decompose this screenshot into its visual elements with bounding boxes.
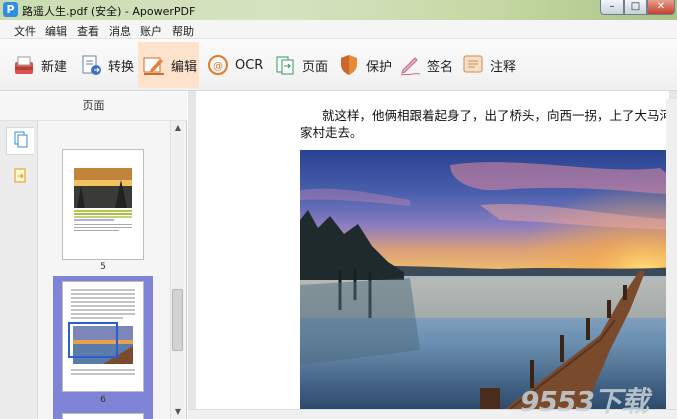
sign-label: 签名 xyxy=(427,59,454,75)
menu-messages[interactable]: 消息 xyxy=(109,23,131,39)
panel-title: 页面 xyxy=(0,91,187,121)
thumbnail-page-number: 6 xyxy=(100,395,106,405)
page-6-preview xyxy=(68,289,135,375)
title-bar: P 路遥人生.pdf (安全) - ApowerPDF – □ ✕ xyxy=(0,0,677,20)
convert-button[interactable]: 转换 xyxy=(79,42,137,88)
menu-file[interactable]: 文件 xyxy=(14,23,36,39)
page-panel: 页面 5 6 ▲ ▼ xyxy=(0,91,187,419)
ocr-icon: @ xyxy=(206,53,230,77)
convert-icon xyxy=(79,53,103,77)
site-watermark: 9553下载 xyxy=(520,385,649,418)
thumbnail-scrollbar[interactable]: ▲ ▼ xyxy=(170,121,184,419)
new-button[interactable]: 新建 xyxy=(12,42,74,88)
thumbnail-list: 5 6 xyxy=(38,121,168,419)
minimize-button[interactable]: – xyxy=(600,0,624,15)
paragraph-line[interactable]: 就这样，他俩相跟着起身了，出了桥头，向西一拐，上了大马河川道 xyxy=(322,105,677,124)
paragraph-line[interactable]: 家村走去。 xyxy=(300,122,363,141)
thumbnail-page-7[interactable] xyxy=(62,413,144,419)
attachment-icon xyxy=(11,167,29,188)
scroll-down-arrow-icon[interactable]: ▼ xyxy=(173,407,183,417)
new-label: 新建 xyxy=(41,59,68,75)
menu-help[interactable]: 帮助 xyxy=(172,23,194,39)
scroll-up-arrow-icon[interactable]: ▲ xyxy=(173,123,183,133)
window-title: 路遥人生.pdf (安全) - ApowerPDF xyxy=(22,5,196,18)
main-toolbar: 新建 转换 编辑 @ OCR 页面 保护 签名 注释 xyxy=(0,39,677,91)
edit-icon xyxy=(142,53,166,77)
edit-label: 编辑 xyxy=(171,59,198,75)
protect-label: 保护 xyxy=(366,59,393,75)
edit-button[interactable]: 编辑 xyxy=(138,42,199,88)
protect-button[interactable]: 保护 xyxy=(337,42,393,88)
app-logo-icon: P xyxy=(3,2,18,17)
maximize-button[interactable]: □ xyxy=(624,0,647,15)
ocr-label: OCR xyxy=(235,57,264,73)
svg-text:@: @ xyxy=(213,61,223,72)
thumbnail-page-5[interactable] xyxy=(62,149,144,260)
sign-button[interactable]: 签名 xyxy=(398,42,456,88)
menu-edit[interactable]: 编辑 xyxy=(45,23,67,39)
attachments-tab[interactable] xyxy=(6,163,34,191)
shield-icon xyxy=(337,53,361,77)
signature-icon xyxy=(398,53,422,77)
ocr-button[interactable]: @ OCR xyxy=(206,42,266,88)
close-button[interactable]: ✕ xyxy=(647,0,675,15)
annotate-label: 注释 xyxy=(490,59,517,75)
comment-icon xyxy=(461,53,485,77)
pages-icon xyxy=(273,53,297,77)
annotate-button[interactable]: 注释 xyxy=(461,42,521,88)
thumbnail-page-number: 5 xyxy=(100,262,106,272)
convert-label: 转换 xyxy=(108,59,135,75)
menu-account[interactable]: 账户 xyxy=(140,23,162,39)
pages-icon xyxy=(12,131,30,152)
pages-label: 页面 xyxy=(302,59,329,75)
document-view[interactable]: 就这样，他俩相跟着起身了，出了桥头，向西一拐，上了大马河川道 家村走去。 xyxy=(188,91,677,419)
new-document-icon xyxy=(12,53,36,77)
menu-view[interactable]: 查看 xyxy=(77,23,99,39)
pdf-page[interactable]: 就这样，他俩相跟着起身了，出了桥头，向西一拐，上了大马河川道 家村走去。 xyxy=(196,91,677,409)
menu-bar: 文件 编辑 查看 消息 账户 帮助 xyxy=(0,20,677,39)
lake-pier-sunset-image[interactable] xyxy=(300,150,675,409)
panel-side-tabs xyxy=(0,121,38,419)
pages-button[interactable]: 页面 xyxy=(273,42,329,88)
thumbnail-page-6[interactable] xyxy=(62,281,144,392)
scrollbar-thumb[interactable] xyxy=(172,289,183,351)
page-thumbnails-tab[interactable] xyxy=(6,127,34,155)
document-vertical-scrollbar[interactable] xyxy=(666,99,677,409)
page-5-preview xyxy=(74,168,132,231)
